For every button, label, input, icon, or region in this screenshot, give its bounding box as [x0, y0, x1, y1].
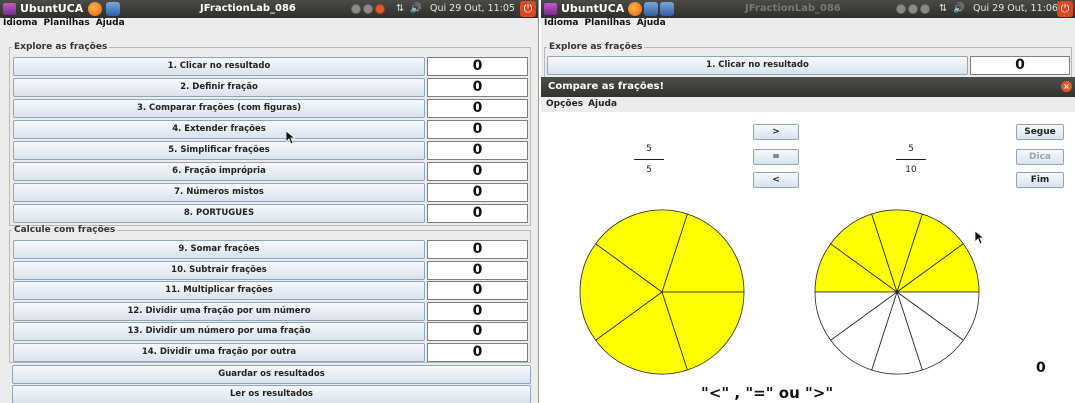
activity-score: 0	[427, 260, 528, 280]
top-panel-right: UbuntUCA JFractionLab_086 ⇅ 🔊 Qui 29 Out…	[541, 0, 1075, 18]
menu-idioma[interactable]: Idioma	[3, 18, 38, 28]
activity-score: 0	[427, 78, 528, 97]
activity-button-1[interactable]: 1. Clicar no resultado	[547, 56, 968, 75]
maximize-button[interactable]	[908, 4, 918, 14]
explore-group-legend: Explore as frações	[549, 42, 643, 52]
fraction-pies	[579, 209, 980, 375]
brand-label: UbuntUCA	[561, 2, 625, 15]
window-title: JFractionLab_086	[200, 3, 296, 14]
activity-score: 0	[427, 281, 528, 300]
dialog-score: 0	[1036, 360, 1046, 376]
volume-icon[interactable]: 🔊	[953, 3, 965, 14]
activity-score: 0	[427, 141, 528, 160]
network-icon[interactable]: ⇅	[939, 3, 947, 14]
mouse-cursor-icon	[286, 131, 296, 145]
activity-button[interactable]: 3. Comparar frações (com figuras)	[13, 99, 425, 118]
activity-button[interactable]: 5. Simplificar frações	[13, 141, 425, 160]
activity-button[interactable]: 2. Definir fração	[13, 78, 425, 97]
jfractionlab-window-right: UbuntUCA JFractionLab_086 ⇅ 🔊 Qui 29 Out…	[541, 0, 1075, 403]
activity-score: 0	[427, 301, 528, 321]
menubar: Idioma Planilhas Ajuda	[541, 18, 1075, 29]
compare-dialog-body: 5 5 5 10 > = < Segue Dica Fim 0 "<" , "=…	[541, 112, 1075, 403]
activity-button[interactable]: 13. Dividir um número por uma fração	[13, 322, 425, 341]
activity-score: 0	[427, 204, 528, 223]
calculate-group-legend: Calcule com frações	[14, 225, 116, 235]
menu-opcoes[interactable]: Opções	[546, 99, 583, 109]
window-title: JFractionLab_086	[745, 3, 841, 14]
ubuntu-menu-icon[interactable]	[3, 3, 16, 15]
dialog-menubar: Opções Ajuda	[541, 97, 1075, 112]
activity-button[interactable]: 9. Somar frações	[13, 240, 425, 259]
activity-button[interactable]: 6. Fração imprópria	[13, 162, 425, 181]
screenshot-app-icon[interactable]	[644, 2, 658, 16]
compare-dialog-titlebar: Compare as frações! ×	[541, 77, 1075, 97]
instruction-text: "<" , "=" ou ">"	[701, 384, 834, 402]
activity-score: 0	[427, 240, 528, 259]
clock[interactable]: Qui 29 Out, 11:05	[430, 3, 515, 14]
activity-score: 0	[427, 99, 528, 118]
jfractionlab-main-window-left: UbuntUCA JFractionLab_086 ⇅ 🔊 Qui 29 Out…	[0, 0, 539, 403]
ubuntu-menu-icon[interactable]	[544, 3, 557, 15]
menu-ajuda[interactable]: Ajuda	[637, 18, 666, 28]
brand-label: UbuntUCA	[20, 2, 84, 15]
activity-button[interactable]: 10. Subtrair frações	[13, 260, 425, 280]
firefox-icon[interactable]	[88, 2, 102, 16]
explore-group-legend: Explore as frações	[14, 42, 108, 52]
top-panel: UbuntUCA JFractionLab_086 ⇅ 🔊 Qui 29 Out…	[0, 0, 538, 18]
activity-score: 0	[427, 342, 528, 362]
close-button[interactable]	[375, 4, 385, 14]
menu-planilhas[interactable]: Planilhas	[44, 18, 90, 28]
maximize-button[interactable]	[363, 4, 373, 14]
activity-button[interactable]: 14. Dividir uma fração por outra	[13, 342, 425, 362]
activity-score: 0	[427, 162, 528, 181]
power-icon[interactable]: ⏻	[520, 1, 536, 17]
activity-score: 0	[427, 120, 528, 139]
menu-idioma[interactable]: Idioma	[544, 18, 579, 28]
menubar: Idioma Planilhas Ajuda	[0, 18, 538, 29]
activity-button[interactable]: 4. Extender frações	[13, 120, 425, 139]
firefox-icon[interactable]	[628, 2, 642, 16]
activity-score: 0	[427, 183, 528, 202]
menu-planilhas[interactable]: Planilhas	[585, 18, 631, 28]
screenshot-app-icon[interactable]	[106, 2, 120, 16]
close-button[interactable]	[920, 4, 930, 14]
network-icon[interactable]: ⇅	[396, 3, 404, 14]
activity-button[interactable]: 8. PORTUGUES	[13, 204, 425, 223]
activity-score-1: 0	[970, 56, 1070, 75]
activity-button[interactable]: 1. Clicar no resultado	[13, 57, 425, 76]
dialog-close-icon[interactable]: ×	[1061, 81, 1072, 92]
menu-ajuda[interactable]: Ajuda	[96, 18, 125, 28]
minimize-button[interactable]	[351, 4, 361, 14]
clock[interactable]: Qui 29 Out, 11:06	[973, 3, 1058, 14]
activity-score: 0	[427, 322, 528, 341]
power-icon[interactable]: ⏻	[1057, 1, 1073, 17]
dialog-title: Compare as frações!	[548, 81, 665, 92]
screenshot-app-icon[interactable]	[660, 2, 674, 16]
minimize-button[interactable]	[896, 4, 906, 14]
save-results-button[interactable]: Guardar os resultados	[12, 365, 531, 384]
activity-score: 0	[427, 57, 528, 76]
load-results-button[interactable]: Ler os resultados	[12, 385, 531, 403]
mouse-cursor-icon	[975, 231, 985, 245]
volume-icon[interactable]: 🔊	[410, 3, 422, 14]
activity-button[interactable]: 12. Dividir uma fração por um número	[13, 301, 425, 321]
menu-ajuda[interactable]: Ajuda	[588, 99, 617, 109]
activity-button[interactable]: 7. Números mistos	[13, 183, 425, 202]
activity-button[interactable]: 11. Multiplicar frações	[13, 281, 425, 300]
